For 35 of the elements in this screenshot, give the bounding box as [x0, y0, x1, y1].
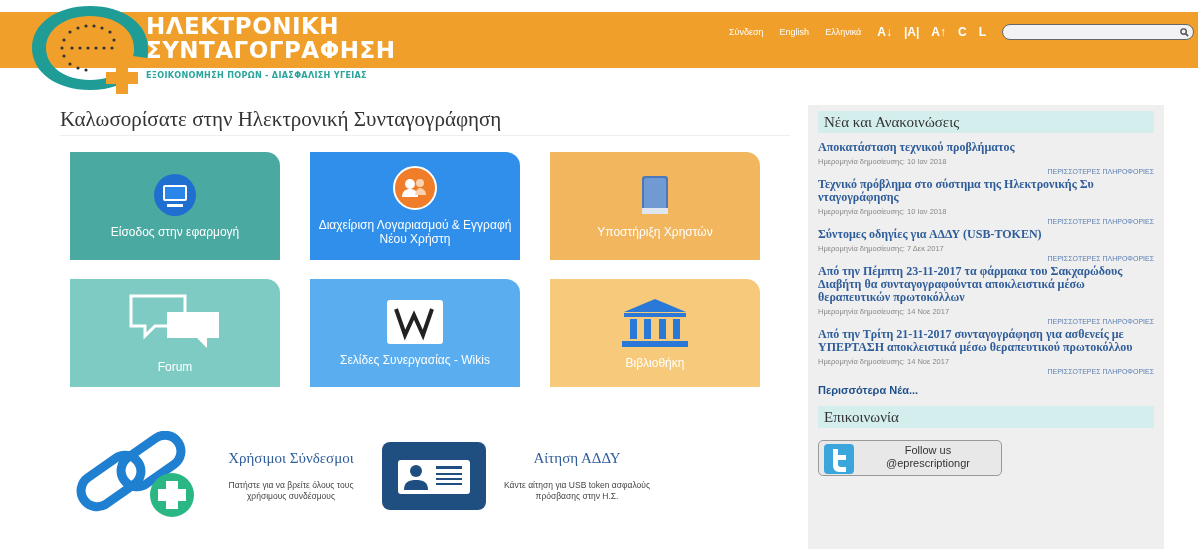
news-title-link[interactable]: Από την Τρίτη 21-11-2017 συνταγογράφηση για ασθενείς με ΥΠΕΡΤΑΣΗ αποκλειστικά μέσω θεραπευτικού πρωτοκόλλου	[818, 328, 1154, 354]
page-title: Καλωσορίσατε στην Ηλεκτρονική Συνταγογράφηση	[60, 105, 790, 136]
news-title-link[interactable]: Από την Πέμπτη 23-11-2017 τα φάρμακα του Σακχαρώδους Διαβήτη θα συνταγογραφούνται αποκλειστικά μέσω θεραπευτικών πρωτοκόλλων	[818, 265, 1154, 304]
wiki-icon	[386, 299, 444, 345]
section-heading: Νέα και Ανακοινώσεις	[818, 111, 1154, 133]
search-field[interactable]	[1002, 24, 1194, 40]
text-size-control[interactable]: A↑	[931, 25, 946, 39]
id-card-icon	[380, 440, 488, 512]
text-size-control[interactable]: |A|	[903, 25, 920, 39]
library-icon	[620, 296, 690, 348]
monitor-icon	[153, 173, 197, 217]
promo-title[interactable]: Αίτηση ΑΔΔΥ	[533, 450, 621, 466]
news-title-link[interactable]: Αποκατάσταση τεχνικού προβλήματος	[818, 141, 1154, 154]
menu-tile[interactable]: Σελίδες Συνεργασίας - Wikis	[310, 279, 520, 387]
promo-text: Πατήστε για να βρείτε όλους τους χρήσιμους συνδέσμους	[227, 480, 355, 502]
text-size-control[interactable]: C	[958, 25, 967, 39]
more-news-link[interactable]: Περισσότερα Νέα...	[818, 384, 919, 396]
section-heading: Επικοινωνία	[818, 406, 1154, 428]
menu-tile[interactable]: Είσοδος στην εφαρμογή	[70, 152, 280, 260]
news-title-link[interactable]: Σύντομες οδηγίες για ΑΔΔΥ (USB-TOKEN)	[818, 228, 1154, 241]
users-icon	[393, 166, 437, 210]
logo-tagline: ΕΞΟΙΚΟΝΟΜΗΣΗ ΠΟΡΩΝ - ΔΙΑΣΦΑΛΙΣΗ ΥΓΕΙΑΣ	[146, 70, 368, 81]
news-title-link[interactable]: Τεχνικό πρόβλημα στο σύστημα της Ηλεκτρονικής Συ νταγογράφησης	[818, 178, 1154, 204]
logo-title: ΗΛΕΚΤΡΟΝΙΚΗ	[146, 14, 341, 38]
promo-text: Κάντε αίτηση για USB token ασφαλούς πρόσβασης στην Η.Σ.	[502, 480, 652, 502]
logo-title: ΣΥΝΤΑΓΟΓΡΑΦΗΣΗ	[146, 38, 396, 62]
menu-tile[interactable]: Διαχείριση Λογαριασμού & Εγγραφή Νέου Χρήστη	[310, 152, 520, 260]
nav-link[interactable]: English	[779, 27, 810, 37]
text-size-control[interactable]: L	[978, 25, 986, 39]
follow-button[interactable]: Follow us @eprescriptiongr	[818, 440, 1002, 476]
search-icon	[1180, 27, 1189, 37]
nav-link[interactable]: Σύνδεση	[729, 27, 764, 37]
nav-link[interactable]: Ελληνικά	[825, 27, 862, 37]
text-size-control[interactable]: A↓	[877, 25, 892, 39]
promo-title[interactable]: Χρήσιμοι Σύνδεσμοι	[228, 450, 354, 466]
